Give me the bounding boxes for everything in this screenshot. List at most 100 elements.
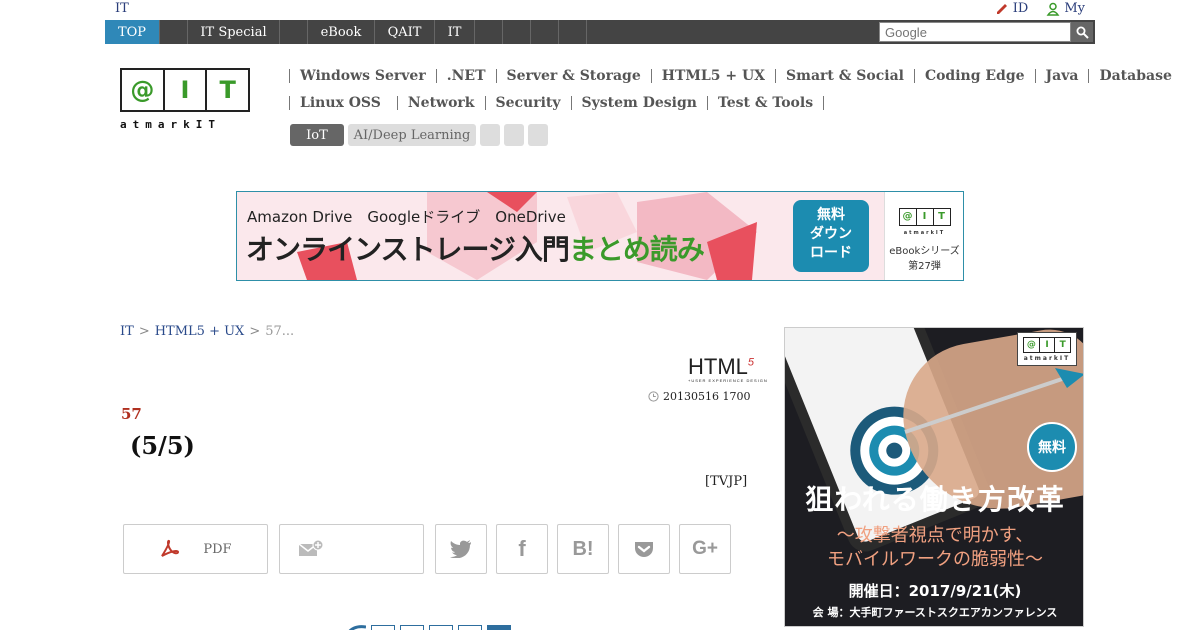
banner-subtitle: Amazon Drive Googleドライブ OneDrive — [247, 208, 566, 226]
html5-logo-tagline: +USER EXPERIENCE DESIGN — [688, 378, 768, 383]
id-link[interactable]: ID — [995, 1, 1029, 16]
logo-box-at: @ — [122, 70, 165, 110]
category-test-tools[interactable]: Test & Tools — [706, 96, 823, 110]
ad-logo-box-t: T — [1059, 340, 1066, 350]
mail-button[interactable] — [279, 524, 424, 574]
nav-qait[interactable]: QAIT — [375, 20, 435, 44]
nav-item-blank-4[interactable] — [503, 20, 531, 44]
hatena-button[interactable]: B! — [557, 524, 609, 574]
facebook-button[interactable]: f — [496, 524, 548, 574]
tag-iot[interactable]: IoT — [290, 124, 344, 146]
pencil-icon — [996, 3, 1007, 14]
html5-logo-sup: 5 — [747, 356, 755, 369]
banner-title-main: オンラインストレージ入門 — [246, 233, 570, 266]
twitter-icon — [450, 540, 471, 558]
banner-series: eBookシリーズ — [889, 246, 960, 257]
publish-date-text: 20130516 1700 — [663, 390, 751, 403]
breadcrumb-item-it[interactable]: IT — [120, 324, 134, 339]
pagination — [346, 625, 511, 630]
mail-add-icon — [298, 540, 324, 556]
nav-ebook[interactable]: eBook — [308, 20, 375, 44]
utility-bar: IT ID My — [0, 0, 1200, 18]
article-author[interactable]: [TVJP] — [705, 474, 747, 489]
nav-item-blank-1[interactable] — [160, 20, 188, 44]
prev-arrow-icon[interactable] — [346, 625, 366, 630]
category-system-design[interactable]: System Design — [570, 96, 707, 110]
tag-ai-deep-learning[interactable]: AI/Deep Learning — [348, 124, 476, 146]
category-java[interactable]: Java — [1034, 69, 1089, 83]
category-smart-social[interactable]: Smart & Social — [775, 69, 914, 83]
twitter-button[interactable] — [435, 524, 487, 574]
ad-subtitle-line-2: モバイルワークの脆弱性〜 — [827, 549, 1043, 570]
page-link[interactable] — [429, 625, 453, 630]
category-windows-server[interactable]: Windows Server — [289, 69, 436, 83]
page-link[interactable] — [458, 625, 482, 630]
pdf-button[interactable]: PDF — [123, 524, 268, 574]
category-row-2: Linux OSS Network Security System Design… — [289, 96, 825, 110]
html5-logo-text: HTML — [688, 354, 748, 379]
pdf-icon — [159, 539, 180, 559]
banner-btn-line-2: ダウン — [810, 226, 852, 242]
tag-blank-1[interactable] — [480, 124, 500, 146]
utility-left-link[interactable]: IT — [115, 1, 129, 16]
clock-icon — [648, 391, 659, 402]
breadcrumb-separator: > — [249, 324, 261, 339]
pocket-button[interactable] — [618, 524, 670, 574]
user-icon — [1046, 2, 1060, 16]
banner-ad[interactable]: Amazon Drive Googleドライブ OneDrive オンラインスト… — [236, 191, 964, 281]
page-link[interactable] — [400, 625, 424, 630]
pdf-label: PDF — [203, 541, 232, 557]
category-network[interactable]: Network — [396, 96, 485, 110]
nav-top[interactable]: TOP — [105, 20, 160, 44]
site-logo[interactable]: @ I T atmarkIT — [120, 68, 252, 132]
side-ad[interactable]: @ I T atmarkIT 無料 狙われる働き方改革 〜攻撃者視点で明かす、 … — [784, 327, 1084, 627]
category-html5-ux[interactable]: HTML5 + UX — [650, 69, 775, 83]
hatena-icon: B! — [572, 537, 594, 560]
search-button[interactable] — [1071, 22, 1093, 42]
html5-ux-logo[interactable]: HTML5 +USER EXPERIENCE DESIGN — [688, 354, 768, 383]
banner-mini-logo-at: @ — [900, 209, 917, 225]
banner-download-button[interactable]: 無料 ダウン ロード — [793, 200, 869, 272]
nav-item-blank-2[interactable] — [280, 20, 308, 44]
category-database[interactable]: Database — [1088, 69, 1181, 83]
banner-title: オンラインストレージ入門まとめ読み — [246, 228, 705, 268]
category-coding-edge[interactable]: Coding Edge — [913, 69, 1035, 83]
google-plus-button[interactable]: G+ — [679, 524, 731, 574]
page-link[interactable] — [371, 625, 395, 630]
nav-item-blank-3[interactable] — [475, 20, 503, 44]
ad-title: 狙われる働き方改革 — [805, 483, 1065, 516]
breadcrumb-current: 57... — [265, 324, 295, 339]
facebook-icon: f — [518, 536, 526, 561]
nav-it[interactable]: IT — [435, 20, 475, 44]
category-security[interactable]: Security — [484, 96, 571, 110]
my-link[interactable]: My — [1046, 1, 1085, 16]
ad-logo-text: atmarkIT — [1023, 355, 1071, 362]
ad-event-date: 開催日：2017/9/21(木) — [848, 582, 1022, 600]
google-plus-icon: G+ — [692, 538, 718, 559]
breadcrumb-separator: > — [138, 324, 150, 339]
search-input[interactable] — [879, 22, 1071, 42]
category-linux-oss[interactable]: Linux OSS — [289, 96, 397, 110]
series-number: 57 — [121, 405, 142, 423]
ad-logo-boxes: @ I T — [1023, 337, 1071, 353]
nav-it-special[interactable]: IT Special — [188, 20, 280, 44]
id-label: ID — [1012, 1, 1029, 16]
ad-logo-box-i: I — [1040, 338, 1056, 352]
publish-date: 20130516 1700 — [648, 390, 750, 403]
page-link-current[interactable] — [487, 625, 511, 630]
tag-blank-3[interactable] — [528, 124, 548, 146]
ad-event-venue: 会 場：大手町ファーストスクエアカンファレンス — [812, 606, 1058, 619]
ad-subtitle-line-1: 〜攻撃者視点で明かす、 — [836, 525, 1034, 546]
category-row-1: Windows Server .NET Server & Storage HTM… — [289, 69, 1182, 83]
ad-subtitle: 〜攻撃者視点で明かす、 モバイルワークの脆弱性〜 — [795, 524, 1075, 572]
breadcrumb-item-html5-ux[interactable]: HTML5 + UX — [155, 324, 245, 339]
nav-item-blank-5[interactable] — [531, 20, 559, 44]
category-dotnet[interactable]: .NET — [435, 69, 496, 83]
banner-btn-line-1: 無料 — [817, 207, 845, 223]
my-label: My — [1064, 1, 1085, 16]
logo-box-t: T — [219, 76, 236, 104]
category-server-storage[interactable]: Server & Storage — [495, 69, 651, 83]
nav-item-blank-6[interactable] — [559, 20, 587, 44]
article-title: (5/5) — [130, 431, 195, 460]
tag-blank-2[interactable] — [504, 124, 524, 146]
